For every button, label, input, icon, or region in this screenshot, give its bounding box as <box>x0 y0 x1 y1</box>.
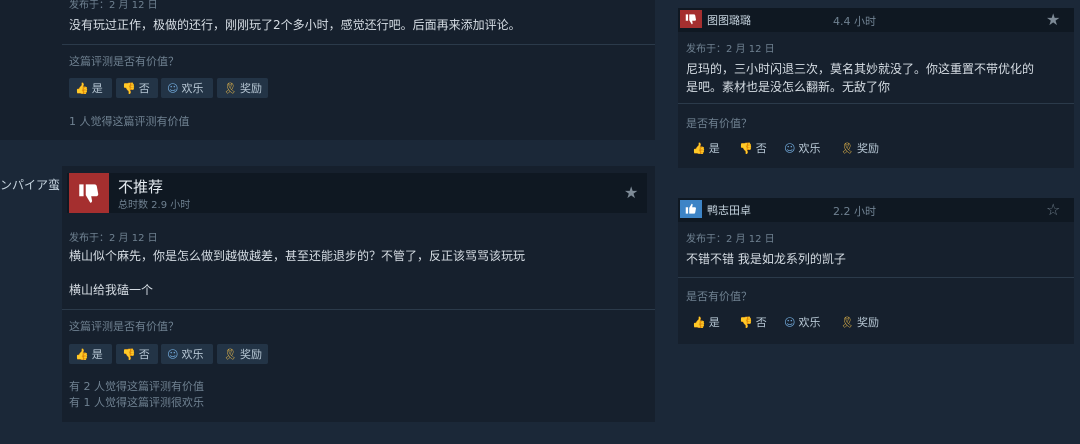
right-review-2-hours: 2.2 小时 <box>833 205 876 218</box>
award-icon: 🎗 <box>223 81 237 95</box>
thumb-up-icon: 👍 <box>692 315 706 329</box>
right-review-2-award-button[interactable]: 🎗 奖励 <box>834 312 886 332</box>
right-review-1-hours: 4.4 小时 <box>833 15 876 28</box>
left-review-1-posted: 发布于：2 月 12 日 <box>69 0 158 11</box>
no-label: 否 <box>138 348 150 361</box>
left-review-1-divider <box>62 44 655 45</box>
star-outline-icon[interactable]: ☆ <box>1046 200 1060 219</box>
award-label: 奖励 <box>239 82 262 95</box>
left-review-1-award-button[interactable]: 🎗 奖励 <box>217 78 268 98</box>
left-review-2-award-button[interactable]: 🎗 奖励 <box>217 344 268 364</box>
left-review-2-body-line-1: 横山似个麻先，你是怎么做到越做越差，甚至还能退步的？不管了，反正该骂骂该玩玩 <box>69 249 526 263</box>
right-review-2-author[interactable]: 鸭志田卓 <box>707 202 751 218</box>
right-review-2-helpful-question: 是否有价值？ <box>686 290 752 303</box>
left-review-2-divider <box>62 309 655 310</box>
thumb-down-icon <box>680 10 702 28</box>
right-review-2-funny-button[interactable]: ☺ 欢乐 <box>778 312 832 332</box>
smile-icon: ☺ <box>167 347 179 361</box>
left-review-2-posted: 发布于：2 月 12 日 <box>69 233 158 244</box>
no-label: 否 <box>755 316 767 329</box>
left-review-2-verdict: 不推荐 <box>118 178 164 196</box>
yes-label: 是 <box>708 316 720 329</box>
yes-label: 是 <box>708 142 720 155</box>
left-review-2-no-button[interactable]: 👎 否 <box>116 344 158 364</box>
thumb-down-icon: 👎 <box>739 141 753 155</box>
right-review-2-body: 不错不错 我是如龙系列的凯子 <box>686 252 846 266</box>
smile-icon: ☺ <box>167 81 179 95</box>
left-review-2-author-fragment: ンパイア蛮 <box>0 178 61 192</box>
right-review-2-yes-button[interactable]: 👍 是 <box>686 312 731 332</box>
award-label: 奖励 <box>856 142 879 155</box>
funny-label: 欢乐 <box>181 348 204 361</box>
yes-label: 是 <box>91 82 103 95</box>
right-review-1-yes-button[interactable]: 👍 是 <box>686 138 731 158</box>
funny-label: 欢乐 <box>798 142 821 155</box>
thumb-down-icon: 👎 <box>122 347 136 361</box>
thumb-up-icon: 👍 <box>75 347 89 361</box>
funny-label: 欢乐 <box>798 316 821 329</box>
star-icon[interactable]: ★ <box>624 183 638 202</box>
star-icon[interactable]: ★ <box>1046 10 1060 29</box>
right-review-1-funny-button[interactable]: ☺ 欢乐 <box>778 138 832 158</box>
right-review-1-posted: 发布于：2 月 12 日 <box>686 44 775 55</box>
no-label: 否 <box>138 82 150 95</box>
smile-icon: ☺ <box>784 315 796 329</box>
left-review-2-hours: 总时数 2.9 小时 <box>118 200 191 211</box>
right-review-1-author[interactable]: 图图璐璐 <box>707 12 751 28</box>
left-review-1-helpful-question: 这篇评测是否有价值？ <box>69 55 179 68</box>
left-review-1-funny-button[interactable]: ☺ 欢乐 <box>161 78 213 98</box>
left-review-1-stat: 1 人觉得这篇评测有价值 <box>69 115 190 128</box>
left-review-2-yes-button[interactable]: 👍 是 <box>69 344 112 364</box>
award-icon: 🎗 <box>840 141 854 155</box>
right-review-1-award-button[interactable]: 🎗 奖励 <box>834 138 886 158</box>
thumb-down-icon: 👎 <box>739 315 753 329</box>
thumb-down-icon: 👎 <box>122 81 136 95</box>
left-review-2-stat-1: 有 2 人觉得这篇评测有价值 <box>69 380 204 393</box>
left-review-1-yes-button[interactable]: 👍 是 <box>69 78 112 98</box>
thumb-up-icon <box>680 200 702 218</box>
left-review-1-no-button[interactable]: 👎 否 <box>116 78 158 98</box>
award-icon: 🎗 <box>840 315 854 329</box>
right-review-2-no-button[interactable]: 👎 否 <box>733 312 778 332</box>
right-review-2-posted: 发布于：2 月 12 日 <box>686 234 775 245</box>
thumb-up-icon: 👍 <box>75 81 89 95</box>
right-review-2-divider <box>678 277 1074 278</box>
right-review-1-helpful-question: 是否有价值？ <box>686 117 752 130</box>
award-label: 奖励 <box>239 348 262 361</box>
right-review-1-divider <box>678 103 1074 104</box>
yes-label: 是 <box>91 348 103 361</box>
left-review-1-body: 没有玩过正作，极做的还行，刚刚玩了2个多小时，感觉还行吧。后面再来添加评论。 <box>69 18 521 32</box>
thumb-up-icon: 👍 <box>692 141 706 155</box>
award-label: 奖励 <box>856 316 879 329</box>
left-review-2-helpful-question: 这篇评测是否有价值？ <box>69 320 179 333</box>
no-label: 否 <box>755 142 767 155</box>
thumb-down-icon <box>69 173 109 213</box>
award-icon: 🎗 <box>223 347 237 361</box>
right-review-1-no-button[interactable]: 👎 否 <box>733 138 778 158</box>
smile-icon: ☺ <box>784 141 796 155</box>
right-review-1-body-line-2: 是吧。素材也是没怎么翻新。无敌了你 <box>686 80 891 94</box>
left-review-2-stat-2: 有 1 人觉得这篇评测很欢乐 <box>69 396 204 409</box>
right-review-1-body-line-1: 尼玛的，三小时闪退三次，莫名其妙就没了。你这重置不带优化的 <box>686 62 1035 76</box>
left-review-2-funny-button[interactable]: ☺ 欢乐 <box>161 344 213 364</box>
funny-label: 欢乐 <box>181 82 204 95</box>
left-review-2-body-line-2: 横山给我磕一个 <box>69 283 154 297</box>
